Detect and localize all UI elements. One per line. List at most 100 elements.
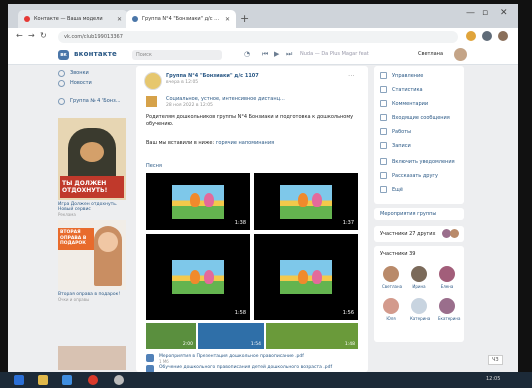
doc-attachment[interactable]: Мероприятия в Презентация дошкольное пра… (146, 354, 304, 364)
extension-icon[interactable] (466, 31, 476, 41)
chat-button[interactable]: ЧЗ (488, 355, 503, 365)
member-card[interactable]: Елена (438, 266, 456, 289)
post-link[interactable]: горячие напоминания (216, 140, 274, 146)
menu-item-posts[interactable]: Записи (380, 142, 411, 149)
url-field[interactable]: vk.com/club199013367 (58, 31, 458, 43)
repost-date: 28 ноя 2022 в 12:05 (166, 103, 213, 108)
group-avatar[interactable] (144, 72, 162, 90)
ad-block-2[interactable]: ВТОРАЯ ОПРАВА В ПОДАРОК Вторая оправа в … (58, 220, 126, 302)
new-tab-button[interactable]: + (240, 12, 249, 25)
avatar[interactable] (450, 229, 459, 238)
video-thumbnail[interactable]: 1:54 (198, 323, 264, 349)
video-thumbnail[interactable]: 1:56 (254, 234, 358, 320)
member-name: Катерина (410, 316, 431, 321)
avatar (439, 298, 455, 314)
ad-image: ВТОРАЯ ОПРАВА В ПОДАРОК (58, 220, 126, 290)
clock[interactable]: 12:05 (486, 376, 500, 382)
vk-brand[interactable]: вконтакте (74, 50, 117, 58)
play-icon[interactable]: ▶ (274, 50, 279, 58)
news-icon (58, 79, 65, 87)
menu-item-works[interactable]: Работы (380, 128, 411, 135)
repost-author[interactable]: Социальное, устное, интенсивное дистанц.… (166, 96, 285, 102)
doc-size: 1 Мб (159, 359, 169, 364)
chrome-icon[interactable] (62, 375, 72, 385)
back-icon[interactable]: ← (16, 31, 23, 40)
menu-label: Статистика (392, 86, 423, 93)
video-thumbnail[interactable]: 1:37 (254, 173, 358, 230)
music-label[interactable]: Песня (146, 163, 162, 169)
vk-header: вк вконтакте Поиск ◔ ⏮ ▶ ⏭ Nuda — Da Plu… (8, 46, 518, 65)
close-tab-icon[interactable]: ✕ (113, 16, 122, 23)
menu-label: Входящие сообщения (392, 114, 450, 121)
profile-avatar[interactable] (498, 31, 508, 41)
nav-item-news[interactable]: Новости (58, 78, 130, 88)
nav-label: Группа № 4 'Бонз... (70, 98, 121, 104)
post-link-prefix: Ваш мы вставили в ниже: (146, 140, 215, 146)
browser-tab-bar: Контакте — Ваша модели ✕ Группа N°4 "Бон… (8, 4, 518, 28)
video-thumbnail[interactable]: 1:48 (266, 323, 358, 349)
video-thumbnail[interactable]: 1:58 (146, 234, 250, 320)
menu-item-notifications[interactable]: Включить уведомления (380, 158, 455, 165)
video-thumbnail[interactable]: 1:38 (146, 173, 250, 230)
member-name: Светлана (382, 284, 403, 289)
group-events-box[interactable]: Мероприятия группы (374, 208, 464, 220)
group-icon (58, 97, 65, 105)
member-card[interactable]: Ирина (410, 266, 428, 289)
members-title[interactable]: Участники 39 (380, 251, 415, 257)
tab-title: Группа N°4 "Бонзиаки" д/с 1107 (142, 16, 221, 22)
nav-item-group[interactable]: Группа № 4 'Бонз... (58, 96, 130, 106)
next-track-icon[interactable]: ⏭ (286, 50, 292, 59)
browser-tab-1[interactable]: Контакте — Ваша модели ✕ (18, 10, 128, 28)
group-name[interactable]: Группа N°4 "Бонзиаки" д/с 1107 (166, 73, 259, 79)
video-thumbnail[interactable]: 2:00 (146, 323, 196, 349)
repost-avatar[interactable] (146, 96, 157, 107)
member-card[interactable]: Екатерина (438, 298, 460, 321)
nav-item-calls[interactable]: Звонки (58, 68, 130, 78)
member-card[interactable]: Юля (382, 298, 400, 321)
user-name[interactable]: Светлана (418, 51, 443, 57)
members-others-box[interactable]: Участники 27 других (374, 226, 464, 242)
prev-track-icon[interactable]: ⏮ (262, 50, 268, 59)
close-window-button[interactable]: ✕ (500, 8, 508, 18)
ad-block-3[interactable] (58, 346, 126, 370)
player-track[interactable]: Nuda — Da Plus Magar feat (300, 51, 369, 57)
more-icon (380, 186, 387, 193)
menu-label: Работы (392, 128, 412, 135)
menu-item-manage[interactable]: Управление (380, 72, 423, 79)
menu-item-comments[interactable]: Комментарии (380, 100, 428, 107)
reload-icon[interactable]: ↻ (40, 31, 47, 40)
maximize-button[interactable]: ▫ (482, 8, 488, 18)
search-input[interactable]: Поиск (132, 50, 222, 60)
box-label: Участники 27 других (380, 231, 436, 237)
web-page: вк вконтакте Поиск ◔ ⏮ ▶ ⏭ Nuda — Da Plu… (8, 46, 518, 372)
extension-icon[interactable] (482, 31, 492, 41)
close-tab-icon[interactable]: ✕ (221, 16, 230, 23)
post-date[interactable]: вчера в 12:05 (166, 80, 198, 85)
doc-attachment[interactable]: Обучение дошкольного правописания детей … (146, 365, 332, 372)
avatar[interactable] (454, 48, 467, 61)
ad-block-1[interactable]: ТЫ ДОЛЖЕН ОТДОХНУТЬ! Игра Должен отдохну… (58, 118, 126, 217)
menu-item-more[interactable]: Ещё (380, 186, 403, 193)
minimize-button[interactable]: — (466, 8, 475, 18)
yandex-icon[interactable] (88, 375, 98, 385)
explorer-icon[interactable] (38, 375, 48, 385)
doc-name[interactable]: Обучение дошкольного правописания детей … (159, 365, 332, 370)
search-placeholder: Поиск (136, 52, 152, 58)
group-menu: Управление Статистика Комментарии Входящ… (374, 66, 464, 204)
more-icon[interactable]: ··· (348, 72, 355, 80)
menu-label: Комментарии (392, 100, 429, 107)
member-name: Ирина (412, 284, 426, 289)
menu-item-stats[interactable]: Статистика (380, 86, 423, 93)
member-card[interactable]: Катерина (410, 298, 431, 321)
menu-item-share[interactable]: Рассказать другу (380, 172, 438, 179)
menu-item-messages[interactable]: Входящие сообщения (380, 114, 450, 121)
document-icon (146, 354, 154, 362)
doc-name[interactable]: Мероприятия в Презентация дошкольное пра… (159, 354, 304, 359)
start-icon[interactable] (14, 375, 24, 385)
browser-tab-2[interactable]: Группа N°4 "Бонзиаки" д/с 1107 ✕ (126, 10, 236, 28)
notifications-icon[interactable]: ◔ (244, 50, 250, 58)
vk-logo-icon[interactable]: вк (58, 50, 69, 60)
forward-icon[interactable]: → (28, 31, 35, 40)
member-card[interactable]: Светлана (382, 266, 403, 289)
app-icon[interactable] (114, 375, 124, 385)
